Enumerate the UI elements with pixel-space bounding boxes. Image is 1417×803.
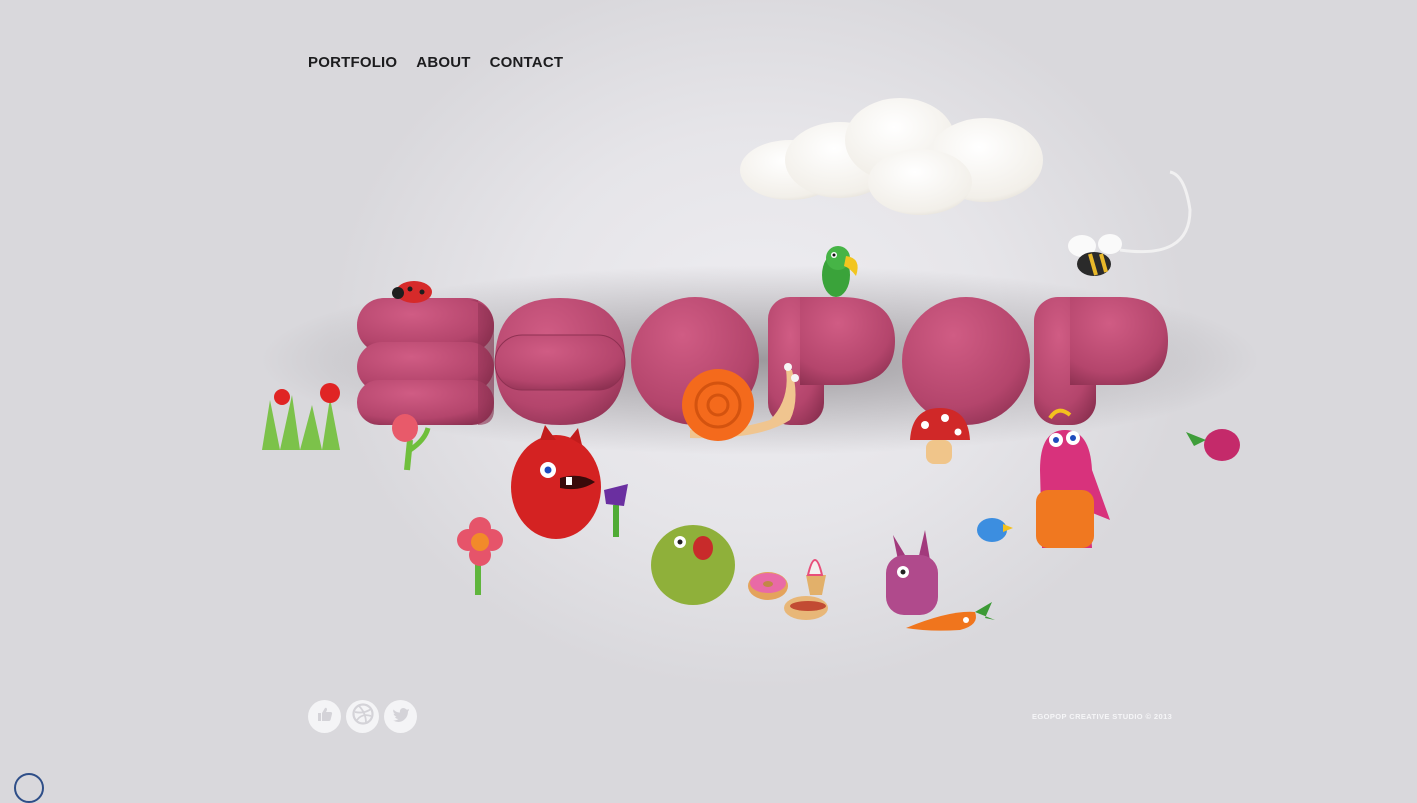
- thumbs-up-icon: [317, 706, 333, 727]
- mushroom-illustration: [910, 408, 970, 464]
- beet-illustration: [1186, 429, 1240, 461]
- dribbble-icon: [351, 703, 374, 730]
- twitter-button[interactable]: [384, 700, 417, 733]
- blue-bird-illustration: [977, 518, 1013, 542]
- daisy-illustration: [457, 517, 503, 595]
- green-monster-illustration: [651, 525, 735, 605]
- bee-illustration: [1068, 170, 1192, 276]
- social-links: [308, 700, 417, 733]
- dribbble-button[interactable]: [346, 700, 379, 733]
- purple-flower-illustration: [604, 484, 628, 537]
- twitter-icon: [392, 707, 410, 727]
- bunny-illustration: [886, 530, 938, 615]
- cloud-illustration: [740, 98, 1043, 215]
- logo-letter-o-2: [902, 297, 1030, 425]
- food-illustrations: [748, 559, 828, 620]
- copyright-text: EGOPOP CREATIVE STUDIO © 2013: [1032, 712, 1173, 721]
- corner-indicator: [14, 773, 44, 803]
- clay-scene-illustration: [260, 98, 1260, 631]
- logo-letter-e: [357, 298, 494, 425]
- like-button[interactable]: [308, 700, 341, 733]
- logo-letter-g: [494, 298, 626, 425]
